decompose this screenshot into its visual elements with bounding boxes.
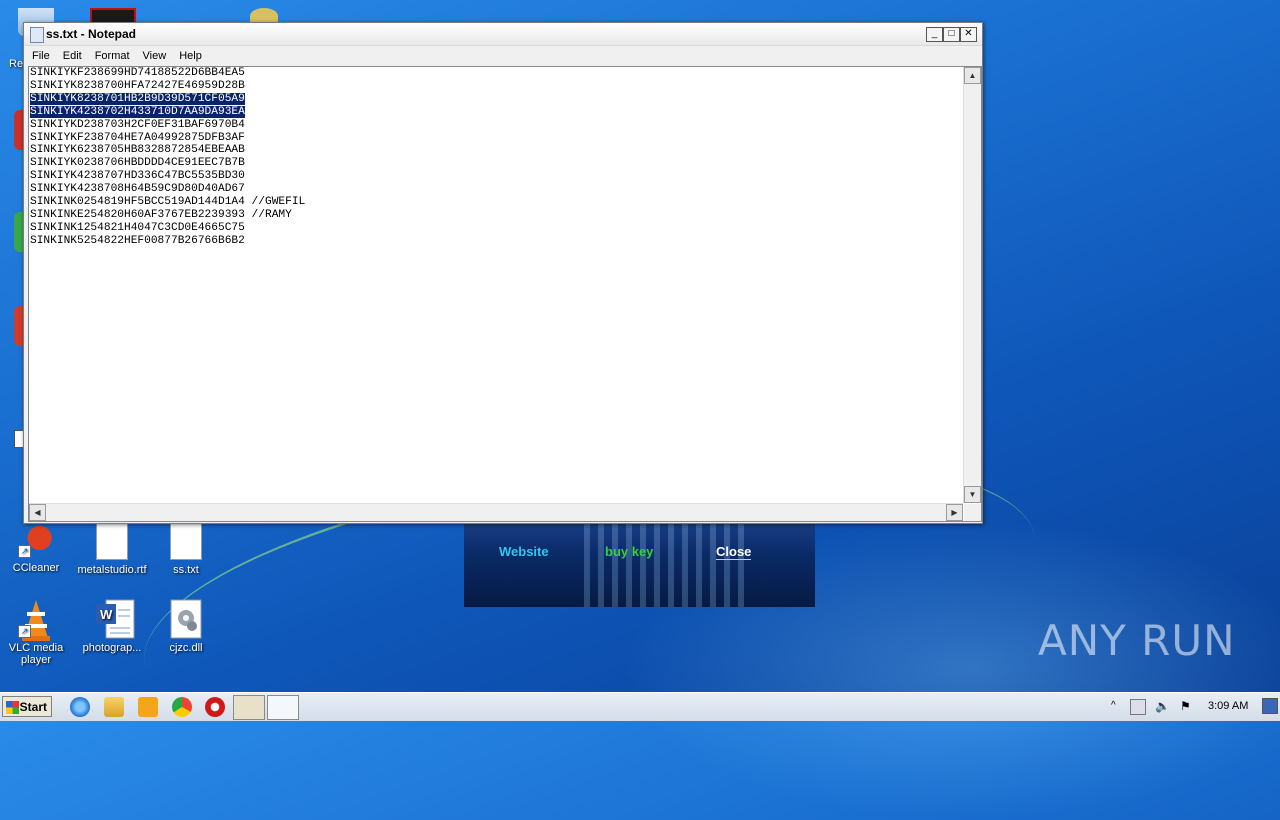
text-line[interactable]: SINKIYK4238708H64B59C9D80D40AD67 xyxy=(29,183,963,196)
text-line-content: SINKIYK0238706HBDDDD4CE91EEC7B7B xyxy=(30,157,245,170)
desktop-icon-photograph[interactable]: W photograp... xyxy=(72,598,152,654)
text-line-content: SINKIYKF238699HD74188522D6BB4EA5 xyxy=(30,67,245,79)
buy-key-link[interactable]: buy key xyxy=(605,544,653,559)
ransom-popup-window: Website buy key Close xyxy=(464,520,815,607)
text-line-content: SINKIYK6238705HB8328872854EBEAAB xyxy=(30,144,245,157)
desktop-icon-label: VLC media player xyxy=(8,642,64,666)
scroll-right-icon[interactable]: ▶ xyxy=(946,504,963,521)
show-desktop-button[interactable] xyxy=(1262,698,1278,714)
vertical-scrollbar[interactable]: ▲ ▼ xyxy=(963,67,981,503)
text-line[interactable]: SINKIYK6238705HB8328872854EBEAAB xyxy=(29,144,963,157)
desktop-icon-fragment-label: Re xyxy=(9,58,24,70)
start-label: Start xyxy=(19,700,47,714)
taskbar-clock[interactable]: 3:09 AM xyxy=(1208,700,1248,712)
menu-edit[interactable]: Edit xyxy=(55,46,87,62)
text-line-content: SINKINK1254821H4047C3CD0E4665C75 xyxy=(30,221,245,234)
word-document-icon: W xyxy=(94,598,135,639)
menu-file[interactable]: File xyxy=(24,46,55,62)
desktop-icon-cjzc-dll[interactable]: cjzc.dll xyxy=(146,598,226,654)
notepad-window: ss.txt - Notepad _ □ ✕ File Edit Format Vie… xyxy=(23,22,983,524)
text-line[interactable]: SINKINK5254822HEF00877B26766B6B2 xyxy=(29,235,963,248)
opera-icon[interactable] xyxy=(205,697,225,717)
minimize-button[interactable]: _ xyxy=(926,27,943,42)
close-button[interactable]: ✕ xyxy=(960,27,977,42)
popup-background-image xyxy=(584,520,744,607)
desktop-icon-label: cjzc.dll xyxy=(169,642,203,654)
text-line[interactable]: SINKIYK8238700HFA72427E46959D28B xyxy=(29,80,963,93)
rtf-document-icon xyxy=(96,518,128,560)
svg-text:W: W xyxy=(100,607,113,622)
desktop-icon-label: metalstudio.rtf xyxy=(77,564,147,576)
scroll-up-icon[interactable]: ▲ xyxy=(964,67,981,84)
desktop-icon-metalstudio[interactable]: metalstudio.rtf xyxy=(72,518,152,576)
text-line[interactable]: SINKIYK0238706HBDDDD4CE91EEC7B7B xyxy=(29,157,963,170)
action-center-flag-icon[interactable]: ⚑ xyxy=(1180,699,1191,713)
start-button[interactable]: Start xyxy=(2,696,52,717)
text-line[interactable]: SINKINKE254820H60AF3767EB2239393 //RAMY xyxy=(29,209,963,222)
text-line[interactable]: SINKINK1254821H4047C3CD0E4665C75 xyxy=(29,222,963,235)
ccleaner-icon: ↗ xyxy=(18,518,54,558)
menu-bar: File Edit Format View Help xyxy=(24,46,982,66)
menu-format[interactable]: Format xyxy=(87,46,135,62)
text-line-content: SINKINKE254820H60AF3767EB2239393 //RAMY xyxy=(30,208,292,221)
text-line-content: SINKINK5254822HEF00877B26766B6B2 xyxy=(30,234,245,247)
text-editor[interactable]: SINKIYKF238699HD74188522D6BB4EA5 SINKIYK8… xyxy=(28,66,982,522)
shortcut-arrow-icon: ↗ xyxy=(18,545,31,558)
text-line-content: SINKIYK8238700HFA72427E46959D28B xyxy=(30,79,245,92)
menu-view[interactable]: View xyxy=(135,46,172,62)
text-line[interactable]: SINKINK0254819HF5BCC519AD144D1A4 //GWEFI… xyxy=(29,196,963,209)
close-link[interactable]: Close xyxy=(716,544,752,560)
text-line-content: SINKIYK4238708H64B59C9D80D40AD67 xyxy=(30,183,245,196)
notepad-icon xyxy=(30,27,44,43)
text-line[interactable]: SINKIYKF238704HE7A04992875DFB3AF xyxy=(29,132,963,145)
network-icon[interactable] xyxy=(1130,699,1146,715)
text-line-content: SINKINK0254819HF5BCC519AD144D1A4 //GWEFI… xyxy=(30,196,306,209)
window-title: ss.txt - Notepad xyxy=(46,27,137,41)
shortcut-arrow-icon: ↗ xyxy=(18,625,31,638)
notepad-titlebar[interactable]: ss.txt - Notepad _ □ ✕ xyxy=(24,23,982,46)
scroll-down-icon[interactable]: ▼ xyxy=(964,486,981,503)
text-line-content: SINKIYKF238704HE7A04992875DFB3AF xyxy=(30,131,245,144)
text-line[interactable]: SINKIYKF238699HD74188522D6BB4EA5 xyxy=(29,67,963,80)
text-content[interactable]: SINKIYKF238699HD74188522D6BB4EA5 SINKIYK8… xyxy=(29,67,963,503)
menu-help[interactable]: Help xyxy=(171,46,207,62)
windows-flag-icon xyxy=(6,701,19,714)
text-line[interactable]: SINKIYK8238701HB2B9D39D571CF05A9 xyxy=(29,92,963,106)
text-file-icon xyxy=(170,518,202,560)
text-line-content: SINKIYKD238703H2CF0EF31BAF6970B4 xyxy=(30,118,245,131)
text-line-content: SINKIYK4238702H433710D7AA9DA93EA xyxy=(30,105,245,118)
taskbar-app-ransom[interactable] xyxy=(233,695,265,720)
text-line[interactable]: SINKIYK4238707HD336C47BC5535BD30 xyxy=(29,170,963,183)
website-link[interactable]: Website xyxy=(499,544,549,559)
desktop-icon-label: ss.txt xyxy=(173,564,199,576)
horizontal-scrollbar[interactable]: ◀ ▶ xyxy=(29,503,963,521)
desktop-icon-ccleaner[interactable]: ↗ CCleaner xyxy=(0,518,76,574)
desktop-icon-ss-txt[interactable]: ss.txt xyxy=(146,518,226,576)
desktop-icon-label: photograp... xyxy=(82,642,142,654)
dll-gear-icon xyxy=(168,598,204,639)
desktop-icon-label: CCleaner xyxy=(12,562,60,574)
taskbar: Start ^ 🔈 ⚑ 3:09 AM xyxy=(0,692,1280,721)
show-hidden-icons[interactable]: ^ xyxy=(1111,700,1116,711)
vlc-cone-icon: ↗ xyxy=(18,598,54,641)
taskbar-app-notepad[interactable] xyxy=(267,695,299,720)
desktop-icon-vlc[interactable]: ↗ VLC media player xyxy=(0,598,76,666)
file-explorer-icon[interactable] xyxy=(104,697,124,717)
scroll-left-icon[interactable]: ◀ xyxy=(29,504,46,521)
maximize-button[interactable]: □ xyxy=(943,27,960,42)
text-line[interactable]: SINKIYKD238703H2CF0EF31BAF6970B4 xyxy=(29,119,963,132)
text-line[interactable]: SINKIYK4238702H433710D7AA9DA93EA xyxy=(29,105,963,119)
internet-explorer-icon[interactable] xyxy=(70,697,90,717)
anyrun-watermark: ANY RUN xyxy=(1038,616,1236,665)
chrome-icon[interactable] xyxy=(172,697,192,717)
volume-icon[interactable]: 🔈 xyxy=(1155,699,1170,713)
text-line-content: SINKIYK4238707HD336C47BC5535BD30 xyxy=(30,170,245,183)
resize-grip-icon[interactable] xyxy=(964,504,981,521)
text-line-content: SINKIYK8238701HB2B9D39D571CF05A9 xyxy=(30,92,245,105)
media-player-icon[interactable] xyxy=(138,697,158,717)
